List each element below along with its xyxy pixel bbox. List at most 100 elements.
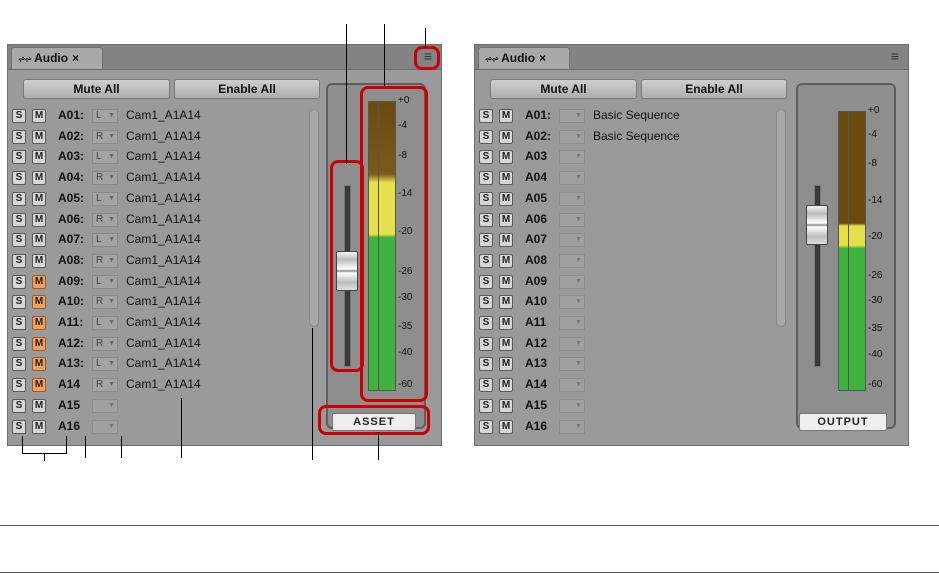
- pan-selector[interactable]: ▼: [92, 419, 118, 434]
- mute-button[interactable]: M: [32, 316, 46, 330]
- solo-button[interactable]: S: [479, 274, 493, 289]
- pan-selector[interactable]: ▼: [559, 398, 585, 413]
- mute-button[interactable]: M: [32, 171, 46, 186]
- solo-button[interactable]: S: [479, 295, 493, 310]
- mute-button[interactable]: M: [32, 295, 46, 310]
- pan-selector[interactable]: ▼: [559, 150, 585, 165]
- pan-selector[interactable]: L ▼: [92, 357, 118, 372]
- solo-button[interactable]: S: [479, 253, 493, 268]
- solo-button[interactable]: S: [12, 253, 26, 268]
- panel-menu-icon[interactable]: ≡: [888, 49, 902, 63]
- mute-button[interactable]: M: [499, 295, 513, 310]
- solo-button[interactable]: S: [479, 398, 493, 413]
- solo-button[interactable]: S: [479, 316, 493, 330]
- audio-tab[interactable]: ⩫⩫ Audio ×: [11, 47, 103, 69]
- solo-button[interactable]: S: [12, 212, 26, 227]
- mute-button[interactable]: M: [32, 274, 46, 289]
- solo-button[interactable]: S: [479, 357, 493, 372]
- pan-selector[interactable]: ▼: [92, 398, 118, 413]
- mute-button[interactable]: M: [499, 212, 513, 227]
- enable-all-button[interactable]: Enable All: [641, 79, 787, 99]
- audio-tab[interactable]: ⩫⩫ Audio ×: [478, 47, 570, 69]
- mute-button[interactable]: M: [32, 357, 46, 372]
- pan-selector[interactable]: R ▼: [92, 129, 118, 144]
- pan-selector[interactable]: L ▼: [92, 191, 118, 206]
- solo-button[interactable]: S: [479, 419, 493, 434]
- mute-button[interactable]: M: [499, 129, 513, 144]
- track-list-scrollbar[interactable]: [776, 109, 786, 327]
- pan-selector[interactable]: L ▼: [92, 233, 118, 248]
- close-tab-icon[interactable]: ×: [72, 51, 79, 65]
- pan-selector[interactable]: ▼: [559, 295, 585, 310]
- mute-button[interactable]: M: [32, 212, 46, 227]
- mute-button[interactable]: M: [499, 419, 513, 434]
- pan-selector[interactable]: R ▼: [92, 171, 118, 186]
- solo-button[interactable]: S: [12, 191, 26, 206]
- pan-selector[interactable]: ▼: [559, 419, 585, 434]
- pan-selector[interactable]: ▼: [559, 109, 585, 123]
- mute-button[interactable]: M: [32, 233, 46, 248]
- enable-all-button[interactable]: Enable All: [174, 79, 320, 99]
- track-list-scrollbar[interactable]: [309, 109, 319, 327]
- mute-button[interactable]: M: [499, 274, 513, 289]
- pan-selector[interactable]: R ▼: [92, 253, 118, 268]
- solo-button[interactable]: S: [12, 378, 26, 393]
- pan-selector[interactable]: ▼: [559, 316, 585, 330]
- pan-selector[interactable]: ▼: [559, 378, 585, 393]
- mute-button[interactable]: M: [499, 357, 513, 372]
- solo-button[interactable]: S: [12, 109, 26, 123]
- mute-button[interactable]: M: [499, 171, 513, 186]
- solo-button[interactable]: S: [479, 212, 493, 227]
- mute-button[interactable]: M: [32, 419, 46, 434]
- mute-button[interactable]: M: [32, 378, 46, 393]
- solo-button[interactable]: S: [479, 191, 493, 206]
- pan-selector[interactable]: ▼: [559, 357, 585, 372]
- pan-selector[interactable]: L ▼: [92, 274, 118, 289]
- pan-selector[interactable]: L ▼: [92, 316, 118, 330]
- mute-button[interactable]: M: [499, 253, 513, 268]
- pan-selector[interactable]: ▼: [559, 233, 585, 248]
- pan-selector[interactable]: L ▼: [92, 150, 118, 165]
- solo-button[interactable]: S: [12, 398, 26, 413]
- solo-button[interactable]: S: [479, 378, 493, 393]
- pan-selector[interactable]: R ▼: [92, 378, 118, 393]
- mute-button[interactable]: M: [499, 150, 513, 165]
- mute-button[interactable]: M: [32, 336, 46, 351]
- solo-button[interactable]: S: [12, 419, 26, 434]
- output-meter-label[interactable]: OUTPUT: [799, 413, 887, 431]
- mute-button[interactable]: M: [499, 316, 513, 330]
- solo-button[interactable]: S: [12, 316, 26, 330]
- mute-button[interactable]: M: [32, 191, 46, 206]
- pan-selector[interactable]: ▼: [559, 274, 585, 289]
- mute-button[interactable]: M: [32, 129, 46, 144]
- pan-selector[interactable]: R ▼: [92, 336, 118, 351]
- solo-button[interactable]: S: [479, 171, 493, 186]
- mute-button[interactable]: M: [499, 191, 513, 206]
- pan-selector[interactable]: ▼: [559, 129, 585, 144]
- solo-button[interactable]: S: [12, 129, 26, 144]
- mute-button[interactable]: M: [499, 398, 513, 413]
- solo-button[interactable]: S: [479, 129, 493, 144]
- mute-button[interactable]: M: [499, 336, 513, 351]
- pan-selector[interactable]: ▼: [559, 191, 585, 206]
- mute-button[interactable]: M: [32, 109, 46, 123]
- volume-fader-handle[interactable]: [806, 205, 828, 245]
- pan-selector[interactable]: L ▼: [92, 109, 118, 123]
- mute-button[interactable]: M: [32, 253, 46, 268]
- pan-selector[interactable]: ▼: [559, 253, 585, 268]
- solo-button[interactable]: S: [12, 233, 26, 248]
- solo-button[interactable]: S: [12, 357, 26, 372]
- pan-selector[interactable]: ▼: [559, 171, 585, 186]
- close-tab-icon[interactable]: ×: [539, 51, 546, 65]
- mute-button[interactable]: M: [32, 398, 46, 413]
- solo-button[interactable]: S: [12, 295, 26, 310]
- solo-button[interactable]: S: [479, 150, 493, 165]
- solo-button[interactable]: S: [12, 150, 26, 165]
- solo-button[interactable]: S: [12, 171, 26, 186]
- solo-button[interactable]: S: [12, 336, 26, 351]
- mute-all-button[interactable]: Mute All: [23, 79, 170, 99]
- pan-selector[interactable]: ▼: [559, 336, 585, 351]
- solo-button[interactable]: S: [12, 274, 26, 289]
- pan-selector[interactable]: R ▼: [92, 295, 118, 310]
- mute-button[interactable]: M: [499, 378, 513, 393]
